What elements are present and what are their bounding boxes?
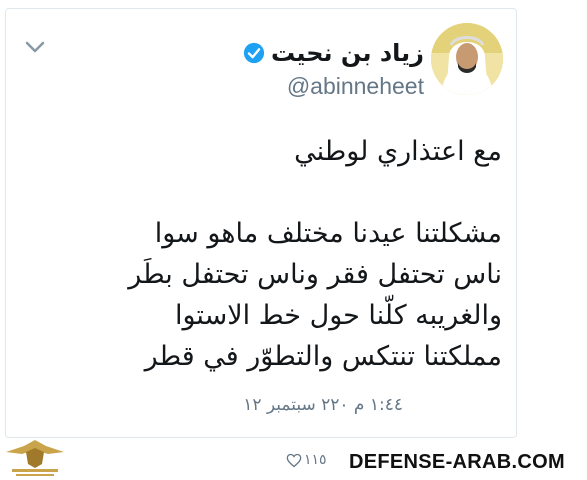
avatar[interactable] [431, 23, 503, 95]
verified-badge-icon [243, 42, 265, 64]
site-watermark: DEFENSE-ARAB.COM [349, 451, 565, 473]
heart-icon [286, 453, 302, 467]
tweet-card[interactable]: زياد بن نحيت @abinneheet مع اعتذاري لوطن… [5, 8, 517, 438]
tweet-timestamp[interactable]: ١:٤٤ م ٢٢٠ سبتمبر ١٢ [243, 395, 403, 415]
author-handle[interactable]: @abinneheet [287, 73, 424, 100]
tweet-text-line: والغريبه كلّنا حول خط الاستوا [174, 300, 502, 331]
tweet-text-line: ناس تحتفل فقر وناس تحتفل بطَر [128, 259, 502, 290]
tweet-text-line: مملكتنا تنتكس والتطوّر في قطر [144, 341, 502, 372]
author-name-row[interactable]: زياد بن نحيت [243, 39, 424, 67]
like-count: ١١٥ [304, 452, 327, 468]
tweet-text-line: مشكلتنا عيدنا مختلف ماهو سوا [154, 218, 502, 249]
author-display-name[interactable]: زياد بن نحيت [271, 39, 424, 67]
chevron-down-icon[interactable] [24, 39, 46, 55]
tweet-text: مع اعتذاري لوطني مشكلتنا عيدنا مختلف ماه… [32, 131, 502, 377]
like-button[interactable]: ١١٥ [286, 452, 327, 468]
tweet-text-line: مع اعتذاري لوطني [294, 136, 502, 167]
site-logo-icon [6, 440, 64, 476]
